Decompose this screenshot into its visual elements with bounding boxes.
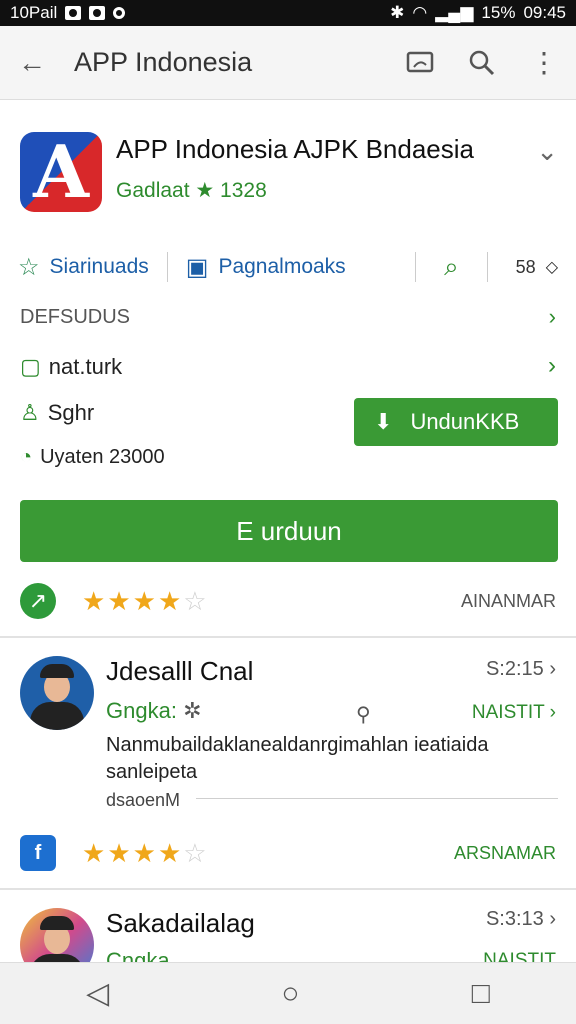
zoom-icon[interactable]: ⌕ xyxy=(444,251,459,283)
chevron-right-icon[interactable]: › xyxy=(548,352,556,380)
notification-icon-2 xyxy=(89,6,106,20)
bookmark-icon: ▣ xyxy=(185,253,209,281)
back-arrow-icon[interactable]: ← xyxy=(18,47,46,79)
notification-icon xyxy=(65,6,82,20)
review-more[interactable]: dsaoenM xyxy=(106,790,180,811)
review-time[interactable]: S:2:15 › xyxy=(486,658,556,681)
rating-link[interactable]: AINANMAR xyxy=(461,591,556,612)
tabs-row: ☆ Siarinuads ▣ Pagnalmoaks ⌕ 58 ◇ xyxy=(0,240,576,294)
app-logo: A xyxy=(20,132,102,212)
review-sub: Gngka: ✲ xyxy=(106,698,202,723)
download-button[interactable]: E urduun xyxy=(20,500,558,562)
divider xyxy=(486,252,488,282)
star-outline-icon: ☆ xyxy=(18,253,40,281)
app-badge-icon: f xyxy=(20,835,56,871)
sync-icon xyxy=(113,7,126,19)
search-icon[interactable] xyxy=(468,49,496,77)
trend-up-icon: ↗ xyxy=(20,583,56,619)
app-toolbar: ← APP Indonesia ⋮ xyxy=(0,26,576,100)
info-row-3: ◔ Uyaten 23000 xyxy=(20,446,165,468)
more-vert-icon[interactable]: ⋮ xyxy=(530,46,558,79)
cast-icon[interactable] xyxy=(406,51,434,75)
review-link[interactable]: NAISTIT xyxy=(483,950,556,962)
download-icon: ⬇ xyxy=(374,409,393,434)
star-rating: ★ ★ ★ ★ ☆ xyxy=(82,585,207,616)
review-text: Nanmubaildaklanealdanrgimahlan ieatiaida… xyxy=(106,734,489,783)
app-meta: Gadlaat ★ 1328 xyxy=(116,179,267,202)
download-button-small[interactable]: ⬇ UndunKKB xyxy=(354,398,558,446)
divider xyxy=(166,252,168,282)
chevron-down-icon[interactable]: ⌄ xyxy=(536,136,558,167)
nav-back-icon[interactable]: ◁ xyxy=(86,976,109,1011)
rating-row: ↗ ★ ★ ★ ★ ☆ AINANMAR xyxy=(0,576,576,626)
nav-recents-icon[interactable]: □ xyxy=(472,977,490,1011)
review-item: Sakadailalag S:3:13 › Cngka NAISTIT xyxy=(0,900,576,962)
document-icon: ▢ xyxy=(20,354,41,379)
review-item: Jdesalll Cnal S:2:15 › Gngka: ✲ ⚲ NAISTI… xyxy=(0,650,576,820)
review-author: Jdesalll Cnal xyxy=(106,656,254,686)
bluetooth-icon: ✱ xyxy=(390,3,405,22)
review-author: Sakadailalag xyxy=(106,908,255,938)
status-time: 09:45 xyxy=(523,3,566,22)
divider xyxy=(196,798,558,799)
section-label: DEFSUDUS xyxy=(20,306,131,328)
battery-level: 15% xyxy=(481,3,516,22)
divider xyxy=(0,888,576,890)
app-name: APP Indonesia AJPK Bndaesia xyxy=(116,134,474,164)
divider xyxy=(0,636,576,638)
tab-label: Siarinuads xyxy=(49,255,149,278)
review-sub: Cngka xyxy=(106,948,170,962)
tab-label: Pagnalmoaks xyxy=(218,255,346,278)
info-row-2[interactable]: ♙ Sghr xyxy=(20,400,94,426)
tab-pagnalmoaks[interactable]: ▣ Pagnalmoaks xyxy=(186,253,346,282)
clock-icon: ◔ xyxy=(20,446,33,468)
review-time[interactable]: S:3:13 › xyxy=(486,908,556,931)
status-bar: 10Pail ✱ ◠ ▂▄▆ 15% 09:45 xyxy=(0,0,576,26)
system-nav-bar: ◁ ○ □ xyxy=(0,962,576,1024)
review-link[interactable]: NAISTIT › xyxy=(472,702,556,724)
star-rating: ★ ★ ★ ★ ☆ xyxy=(82,837,207,868)
nav-home-icon[interactable]: ○ xyxy=(281,977,299,1011)
chevron-right-icon[interactable]: › xyxy=(549,304,556,330)
user-icon: ♙ xyxy=(20,400,40,425)
page-title: APP Indonesia xyxy=(74,47,253,77)
rating-row: f ★ ★ ★ ★ ☆ ARSNAMAR xyxy=(0,828,576,878)
tab-siarinuads[interactable]: ☆ Siarinuads xyxy=(18,253,149,282)
avatar[interactable] xyxy=(20,656,94,730)
count-value: 58 xyxy=(515,256,536,277)
app-header: A APP Indonesia AJPK Bndaesia Gadlaat ★ … xyxy=(0,128,576,228)
wifi-icon: ◠ xyxy=(412,3,428,22)
attachment-icon[interactable]: ⚲ xyxy=(356,702,371,727)
avatar[interactable] xyxy=(20,908,94,962)
status-carrier: 10Pail xyxy=(10,3,58,22)
rating-link[interactable]: ARSNAMAR xyxy=(454,843,556,864)
signal-icon: ▂▄▆ xyxy=(435,3,474,22)
divider xyxy=(415,252,417,282)
tag-icon[interactable]: ◇ xyxy=(546,257,558,277)
info-row-1[interactable]: ▢ nat.turk xyxy=(20,354,122,380)
